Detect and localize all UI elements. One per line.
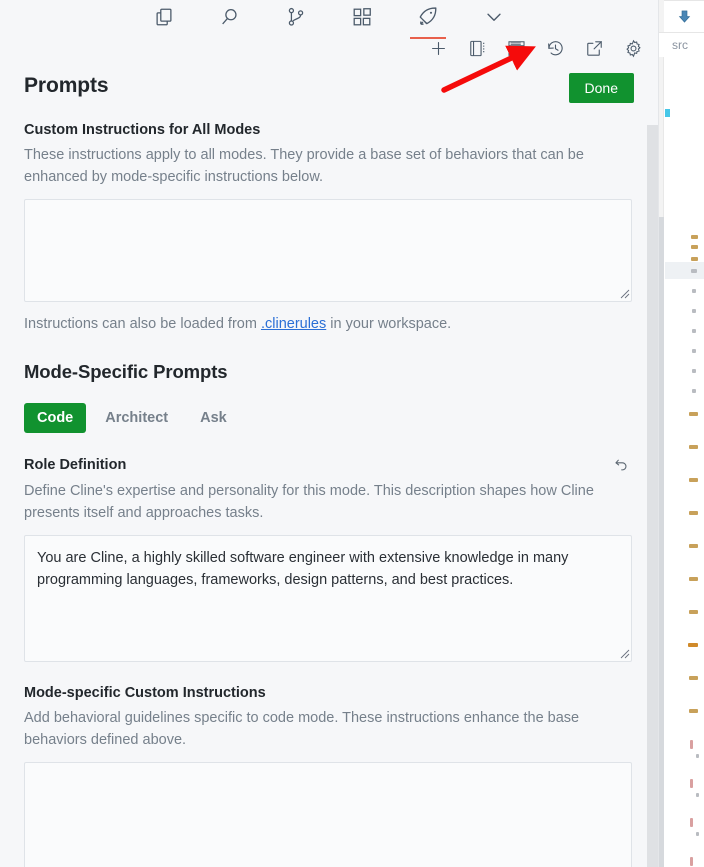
mode-tabs: Code Architect Ask — [24, 403, 634, 433]
gear-icon[interactable] — [622, 37, 644, 59]
editor-token — [692, 329, 696, 333]
clinerules-hint: Instructions can also be loaded from .cl… — [24, 314, 634, 334]
editor-token — [689, 709, 698, 713]
editor-token — [696, 793, 699, 797]
editor-token — [690, 779, 693, 788]
history-icon[interactable] — [544, 37, 566, 59]
editor-token — [692, 349, 696, 353]
page-title: Prompts — [24, 74, 109, 97]
editor-gutter-overview[interactable] — [659, 217, 664, 867]
editor-highlight-line — [665, 262, 704, 279]
role-definition-header: Role Definition — [24, 454, 632, 476]
download-arrow-icon — [678, 10, 691, 23]
panel-scrollbar-thumb[interactable] — [647, 125, 658, 867]
editor-token — [692, 309, 696, 313]
prompts-header: Prompts Done — [24, 72, 634, 103]
editor-token — [691, 245, 698, 249]
activity-tabbar — [0, 0, 658, 39]
role-definition-description: Define Cline's expertise and personality… — [24, 483, 594, 521]
role-definition-input[interactable] — [24, 535, 632, 662]
revert-icon[interactable] — [610, 454, 632, 476]
editor-token — [689, 577, 698, 581]
mcp-servers-icon[interactable] — [505, 37, 527, 59]
mode-custom-instructions-title: Mode-specific Custom Instructions — [24, 685, 266, 701]
plus-icon[interactable] — [427, 37, 449, 59]
editor-token — [689, 478, 698, 482]
tab-code[interactable]: Code — [24, 403, 87, 433]
editor-token — [689, 544, 698, 548]
role-definition-field-wrap — [24, 535, 634, 662]
rocket-icon[interactable] — [410, 4, 446, 39]
chevron-down-icon[interactable] — [481, 4, 507, 30]
app-root: Prompts Done Custom Instructions for All… — [0, 0, 704, 867]
clinerules-hint-suffix: in your workspace. — [326, 316, 452, 332]
editor-token — [691, 269, 697, 273]
editor-token — [688, 643, 698, 647]
mode-custom-instructions-description: Add behavioral guidelines specific to co… — [24, 710, 580, 748]
prompts-content: Prompts Done Custom Instructions for All… — [0, 63, 658, 867]
explorer-icon[interactable] — [151, 4, 177, 30]
editor-token — [691, 235, 698, 239]
search-icon[interactable] — [217, 4, 243, 30]
custom-instructions-input[interactable] — [24, 199, 632, 302]
custom-instructions-description: These instructions apply to all modes. T… — [24, 147, 584, 185]
notebook-prompts-icon[interactable] — [466, 37, 488, 59]
editor-token — [689, 412, 698, 416]
editor-token — [691, 257, 698, 261]
editor-token — [696, 832, 699, 836]
editor-token — [689, 511, 698, 515]
editor-token — [696, 754, 699, 758]
editor-token — [689, 610, 698, 614]
editor-token — [689, 676, 698, 680]
source-control-icon[interactable] — [283, 4, 309, 30]
panel-actionbar — [0, 33, 658, 63]
cline-prompts-panel: Prompts Done Custom Instructions for All… — [0, 0, 658, 867]
editor-breadcrumb[interactable]: src — [659, 33, 704, 57]
extensions-icon[interactable] — [349, 4, 375, 30]
custom-instructions-field-wrap — [24, 199, 634, 302]
editor-token — [689, 445, 698, 449]
custom-instructions-title: Custom Instructions for All Modes — [24, 122, 261, 138]
popout-icon[interactable] — [583, 37, 605, 59]
editor-token — [690, 857, 693, 866]
tab-architect[interactable]: Architect — [92, 403, 181, 433]
editor-token — [690, 740, 693, 749]
tab-ask[interactable]: Ask — [187, 403, 240, 433]
mode-custom-instructions-field-wrap — [24, 762, 634, 867]
editor-tab[interactable] — [664, 0, 704, 32]
role-definition-title: Role Definition — [24, 457, 127, 473]
editor-token — [692, 289, 696, 293]
editor-token — [690, 818, 693, 827]
editor-token — [692, 389, 696, 393]
mode-custom-instructions-input[interactable] — [24, 762, 632, 867]
mode-specific-prompts-title: Mode-Specific Prompts — [24, 361, 228, 382]
editor-cyan-marker — [665, 109, 670, 117]
clinerules-link[interactable]: .clinerules — [261, 316, 326, 332]
editor-tabrow — [659, 0, 704, 33]
panel-scrollbar[interactable] — [644, 0, 658, 867]
clinerules-hint-prefix: Instructions can also be loaded from — [24, 316, 261, 332]
editor-sliver: src — [658, 0, 704, 867]
done-button[interactable]: Done — [568, 73, 634, 103]
editor-token — [692, 369, 696, 373]
editor-body — [659, 57, 704, 867]
